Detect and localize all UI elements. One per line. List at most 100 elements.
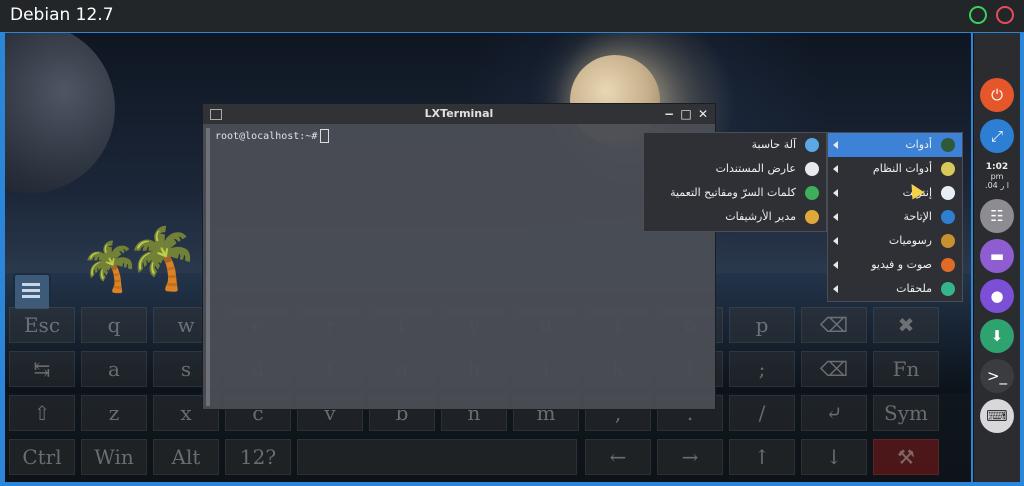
keyboard-key[interactable]: ↑ (729, 439, 795, 475)
window-title: Debian 12.7 (10, 5, 114, 25)
submenu-arrow-icon (833, 213, 838, 221)
keyboard-key[interactable]: Alt (153, 439, 219, 475)
keyboard-key[interactable]: Ctrl (9, 439, 75, 475)
archive-manager-icon (805, 210, 819, 224)
submenu-item-label: آلة حاسبة (751, 138, 796, 151)
terminal-title: LXTerminal (424, 107, 494, 120)
keyboard-key[interactable]: z (81, 395, 147, 431)
power-button[interactable]: ⏻ (980, 78, 1014, 112)
keyboard-key[interactable]: a (81, 351, 147, 387)
keyboard-key[interactable]: ↓ (801, 439, 867, 475)
menu-item[interactable]: ملحقات (828, 277, 962, 301)
submenu-arrow-icon (833, 285, 838, 293)
menu-item[interactable]: إنترنت (828, 181, 962, 205)
keyboard-key[interactable]: q (81, 307, 147, 343)
keyboard-key[interactable]: ⌫ (801, 307, 867, 343)
menu-item[interactable]: رسوميات (828, 229, 962, 253)
keyboard-key[interactable]: 12? (225, 439, 291, 475)
submenu-arrow-icon (833, 141, 838, 149)
accessibility-icon (941, 210, 955, 224)
keyboard-button[interactable]: ⌨ (980, 399, 1014, 433)
terminal-icon: >_ (986, 367, 1008, 385)
maximize-circle-icon[interactable] (969, 6, 987, 24)
applications-menu: أدوات أدوات النظام إنترنت الإتاحة رسوميات صوت… (827, 132, 963, 302)
audio-video-icon (941, 258, 955, 272)
submenu-arrow-icon (833, 165, 838, 173)
text-cursor (320, 129, 330, 143)
planet-wallpaper (5, 33, 115, 193)
prompt-text: root@localhost:~# (215, 131, 318, 142)
system-tools-icon (941, 162, 955, 176)
app-grid-icon: ☷ (990, 207, 1004, 225)
fullscreen-button[interactable]: ⤢ (980, 119, 1014, 153)
calculator-icon (805, 138, 819, 152)
keyboard-icon: ⌨ (986, 407, 1008, 425)
apps-button[interactable]: ☷ (980, 199, 1014, 233)
keyboard-key[interactable]: ⌫ (801, 351, 867, 387)
tools-submenu: آلة حاسبة عارض المستندات كلمات السرّ ومفات… (643, 132, 827, 232)
submenu-item-label: مدير الأرشيفات (725, 210, 796, 223)
files-button[interactable]: ▬ (980, 239, 1014, 273)
keyboard-key[interactable]: ⚒ (873, 439, 939, 475)
terminal-body[interactable]: root@localhost:~# (203, 125, 715, 409)
clock-ampm: pm (990, 172, 1004, 181)
keyboard-key[interactable]: Win (81, 439, 147, 475)
menu-item[interactable]: الإتاحة (828, 205, 962, 229)
screen-frame: Debian 12.7 🌴 🌴 Escqwertyuiop⌫✖↹asdfghjk… (0, 0, 1024, 486)
keyboard-key[interactable]: / (729, 395, 795, 431)
close-button[interactable]: ✕ (695, 104, 711, 124)
maximize-button[interactable]: □ (678, 104, 694, 124)
submenu-item[interactable]: آلة حاسبة (644, 133, 826, 157)
minimize-button[interactable]: − (661, 104, 677, 124)
palm-tree: 🌴 (80, 239, 140, 295)
clock-time: 1:02 (985, 162, 1009, 172)
title-bar: Debian 12.7 (0, 0, 1024, 34)
tools-icon (941, 138, 955, 152)
side-dock: 1:02 pm .ا ر 04 ⏻ ⤢ ☷ ▬ ● ⬇ >_ ⌨ (973, 33, 1020, 482)
menu-item-label: صوت و فيديو (871, 258, 932, 271)
keyboard-key[interactable] (297, 439, 577, 475)
menu-item[interactable]: صوت و فيديو (828, 253, 962, 277)
terminal-window[interactable]: LXTerminal − □ ✕ root@localhost:~# (202, 103, 716, 410)
terminal-prompt: root@localhost:~# (215, 129, 330, 143)
menu-item[interactable]: أدوات (828, 133, 962, 157)
terminal-button[interactable]: >_ (980, 359, 1014, 393)
keyboard-key[interactable]: ⤶ (801, 395, 867, 431)
menu-item[interactable]: أدوات النظام (828, 157, 962, 181)
firefox-button[interactable]: ● (980, 279, 1014, 313)
keyboard-key[interactable]: p (729, 307, 795, 343)
submenu-item[interactable]: عارض المستندات (644, 157, 826, 181)
keyboard-key[interactable]: ; (729, 351, 795, 387)
graphics-icon (941, 234, 955, 248)
keyboard-key[interactable]: ↹ (9, 351, 75, 387)
expand-icon: ⤢ (990, 127, 1003, 145)
terminal-titlebar[interactable]: LXTerminal − □ ✕ (203, 104, 715, 124)
keyboard-key[interactable]: Sym (873, 395, 939, 431)
terminal-scrollbar[interactable] (206, 128, 210, 406)
menu-item-label: الإتاحة (903, 210, 932, 223)
keyboard-key[interactable]: ⇧ (9, 395, 75, 431)
download-icon: ⬇ (990, 327, 1004, 345)
passwords-keys-icon (805, 186, 819, 200)
document-viewer-icon (805, 162, 819, 176)
keyboard-key[interactable]: Esc (9, 307, 75, 343)
keyboard-key[interactable]: ← (585, 439, 651, 475)
submenu-arrow-icon (833, 189, 838, 197)
submenu-item[interactable]: مدير الأرشيفات (644, 205, 826, 229)
firefox-icon: ● (990, 287, 1004, 305)
menu-item-label: رسوميات (888, 234, 932, 247)
keyboard-key[interactable]: ✖ (873, 307, 939, 343)
menu-item-label: أدوات (905, 138, 932, 151)
installer-button[interactable]: ⬇ (980, 319, 1014, 353)
terminal-app-icon (210, 109, 222, 120)
menu-item-label: ملحقات (896, 282, 932, 295)
keyboard-key[interactable]: → (657, 439, 723, 475)
power-icon: ⏻ (991, 86, 1003, 104)
menu-item-label: أدوات النظام (872, 162, 932, 175)
submenu-arrow-icon (833, 261, 838, 269)
clock-date: .ا ر 04 (985, 181, 1009, 190)
close-circle-icon[interactable] (996, 6, 1014, 24)
keyboard-key[interactable]: Fn (873, 351, 939, 387)
submenu-item[interactable]: كلمات السرّ ومفاتيح التعمية (644, 181, 826, 205)
folder-icon: ▬ (989, 247, 1005, 265)
